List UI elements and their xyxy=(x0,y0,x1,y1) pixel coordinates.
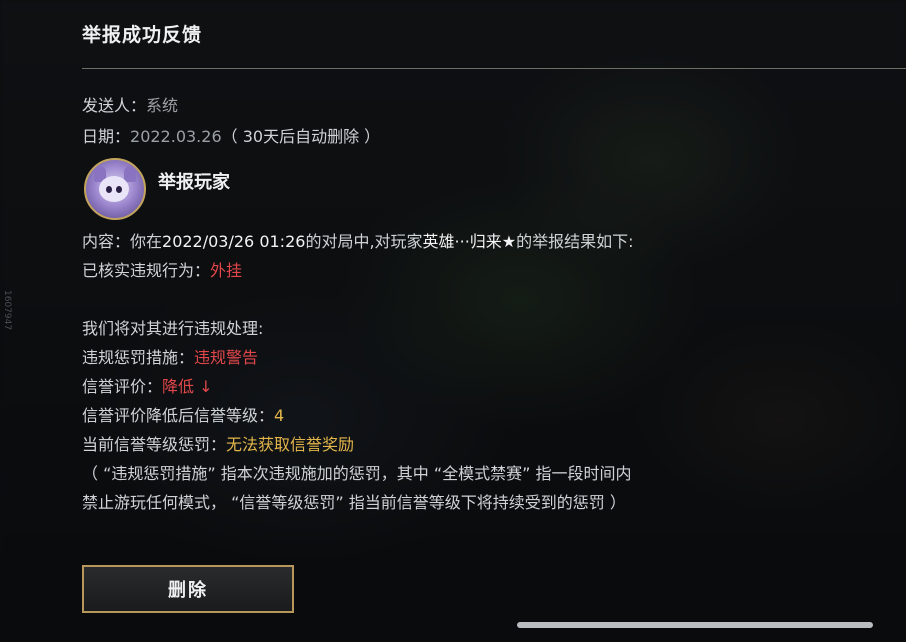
current-penalty-row: 当前信誉等级惩罚：无法获取信誉奖励 xyxy=(82,431,354,455)
dialog-title: 举报成功反馈 xyxy=(82,24,203,46)
title-divider xyxy=(82,68,906,69)
process-line: 我们将对其进行违规处理: xyxy=(82,319,264,338)
credit-label: 信誉评价： xyxy=(82,377,163,396)
content-suffix: 的举报结果如下: xyxy=(516,232,634,251)
date-note: （ 30天后自动删除 ） xyxy=(221,127,381,146)
match-datetime: 2022/03/26 01:26 xyxy=(162,232,306,251)
penalty-label: 违规惩罚措施： xyxy=(82,348,195,367)
penalty-row: 违规惩罚措施：违规警告 xyxy=(82,344,258,368)
reporter-title: 举报玩家 xyxy=(158,172,230,193)
current-penalty-value: 无法获取信誉奖励 xyxy=(226,435,355,454)
credit-level-label: 信誉评价降低后信誉等级： xyxy=(82,406,275,425)
date-row: 日期：2022.03.26（ 30天后自动删除 ） xyxy=(82,123,380,147)
side-watermark-code: 1607947 xyxy=(2,290,12,331)
credit-value: 降低 ↓ xyxy=(162,377,213,396)
sender-value: 系统 xyxy=(146,96,179,115)
penalty-value: 违规警告 xyxy=(194,348,259,367)
delete-button[interactable]: 删除 xyxy=(82,565,294,613)
date-label: 日期： xyxy=(82,127,131,146)
content-prefix: 内容：你在 xyxy=(82,232,163,251)
credit-row: 信誉评价：降低 ↓ xyxy=(82,373,213,397)
bear-champion-avatar-icon xyxy=(84,158,146,220)
credit-level-value: 4 xyxy=(274,406,285,425)
note-line-2: 禁止游玩任何模式， “信誉等级惩罚” 指当前信誉等级下将持续受到的惩罚 ） xyxy=(82,493,626,512)
date-value: 2022.03.26 xyxy=(130,127,222,146)
reported-player-name: 英雄···归来★ xyxy=(422,232,517,251)
credit-level-row: 信誉评价降低后信誉等级：4 xyxy=(82,402,284,426)
sender-row: 发送人：系统 xyxy=(82,92,178,116)
verified-row: 已核实违规行为：外挂 xyxy=(82,257,242,281)
note-line-1: （ “违规惩罚措施” 指本次违规施加的惩罚，其中 “全模式禁赛” 指一段时间内 xyxy=(82,464,632,483)
horizontal-scrollbar[interactable] xyxy=(517,622,873,628)
verified-value: 外挂 xyxy=(210,261,243,280)
content-row: 内容：你在2022/03/26 01:26的对局中,对玩家英雄···归来★的举报… xyxy=(82,228,634,252)
verified-label: 已核实违规行为： xyxy=(82,261,211,280)
content-mid: 的对局中,对玩家 xyxy=(305,232,423,251)
sender-label: 发送人： xyxy=(82,96,147,115)
current-penalty-label: 当前信誉等级惩罚： xyxy=(82,435,227,454)
